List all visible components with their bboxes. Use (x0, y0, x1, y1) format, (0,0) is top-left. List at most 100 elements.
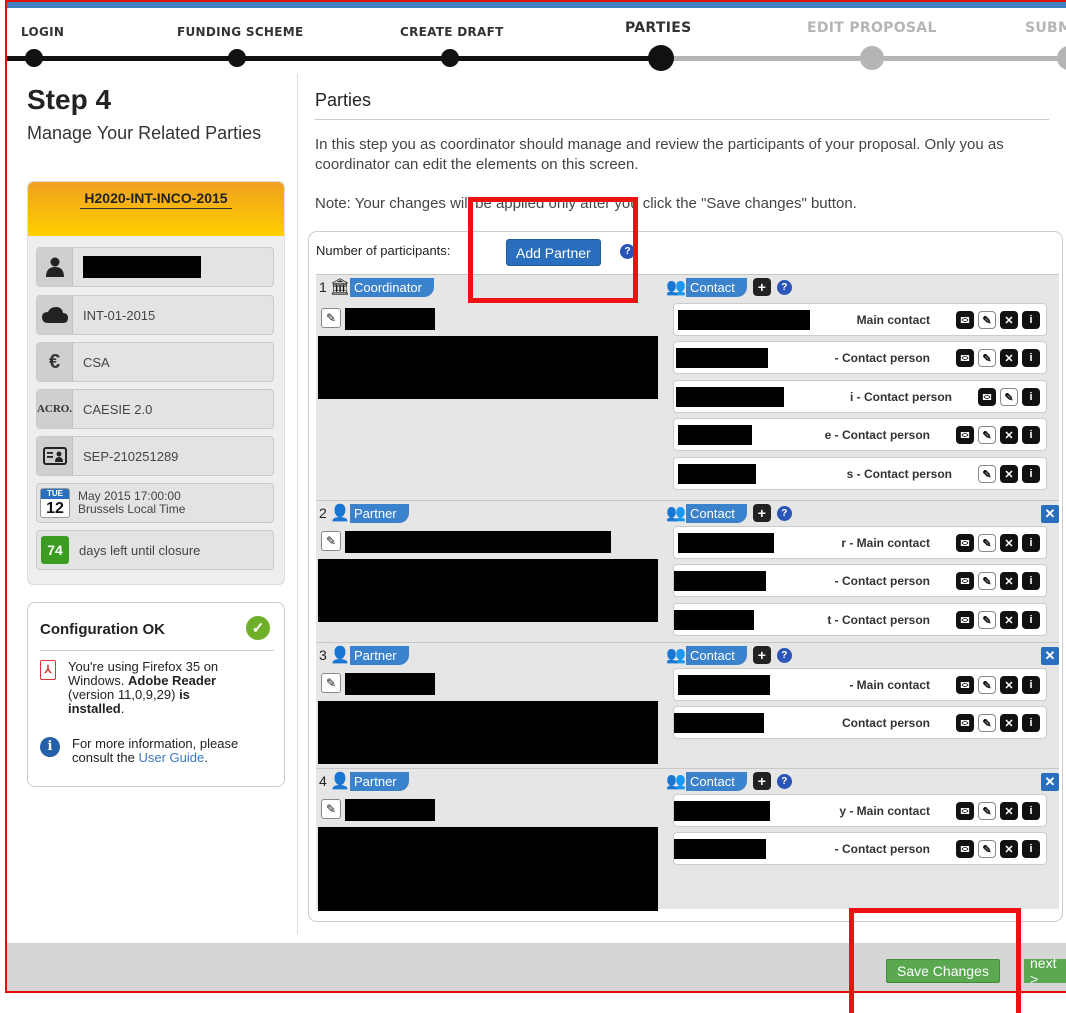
remove-icon[interactable]: ✕ (1000, 572, 1018, 590)
edit-party-icon[interactable]: ✎ (321, 673, 341, 693)
next-button[interactable]: next > (1024, 955, 1066, 987)
contact-tag: 👥 Contact + ? (666, 771, 792, 791)
info-icon[interactable]: i (1022, 676, 1040, 694)
contact-help-icon[interactable]: ? (776, 773, 792, 789)
pencil-icon[interactable]: ✎ (978, 676, 996, 694)
info-icon[interactable]: i (1022, 465, 1040, 483)
remove-icon[interactable]: ✕ (1000, 676, 1018, 694)
remove-icon[interactable]: ✕ (1000, 840, 1018, 858)
info-icon[interactable]: i (1022, 802, 1040, 820)
pencil-icon[interactable]: ✎ (978, 611, 996, 629)
mail-icon[interactable]: ✉ (956, 714, 974, 732)
acronym-icon: ACRO. (37, 390, 73, 428)
mail-icon[interactable]: ✉ (978, 388, 996, 406)
mail-icon[interactable]: ✉ (956, 311, 974, 329)
info-icon[interactable]: i (1022, 426, 1040, 444)
contact-row: Main contact ✉ ✎ ✕ i (673, 303, 1047, 336)
remove-party-icon[interactable]: ✕ (1041, 773, 1059, 791)
mail-icon[interactable]: ✉ (956, 611, 974, 629)
party-card-3: 3 👤 Partner ✎ 👥 Contact + ? ✕ - Main con… (316, 642, 1059, 768)
pencil-icon[interactable]: ✎ (1000, 388, 1018, 406)
remove-icon[interactable]: ✕ (1000, 714, 1018, 732)
pencil-icon[interactable]: ✎ (978, 840, 996, 858)
mail-icon[interactable]: ✉ (956, 349, 974, 367)
contact-tag: 👥 Contact + ? (666, 277, 792, 297)
pencil-icon[interactable]: ✎ (978, 426, 996, 444)
user-guide-link[interactable]: User Guide (139, 750, 205, 765)
remove-icon[interactable]: ✕ (1000, 349, 1018, 367)
info-icon[interactable]: i (1022, 388, 1040, 406)
add-contact-plus-icon[interactable]: + (752, 646, 771, 664)
step-submit: SUBMI (1025, 20, 1066, 36)
pencil-icon[interactable]: ✎ (978, 465, 996, 483)
step-funding-scheme[interactable]: FUNDING SCHEME (177, 25, 304, 39)
mail-icon[interactable]: ✉ (956, 572, 974, 590)
remove-icon[interactable]: ✕ (1000, 311, 1018, 329)
pencil-icon[interactable]: ✎ (978, 572, 996, 590)
redacted-contact-name (676, 387, 784, 407)
info-icon[interactable]: i (1022, 840, 1040, 858)
proposal-id-text: SEP-210251289 (83, 448, 179, 464)
add-contact-plus-icon[interactable]: + (752, 278, 771, 296)
contact-help-icon[interactable]: ? (776, 647, 792, 663)
contact-role: - Contact person (834, 842, 930, 856)
mail-icon[interactable]: ✉ (956, 534, 974, 552)
cloud-icon (37, 296, 73, 334)
pencil-icon[interactable]: ✎ (978, 349, 996, 367)
contact-role: i - Contact person (849, 390, 952, 404)
remove-icon[interactable]: ✕ (1000, 465, 1018, 483)
redacted-contact-name (678, 310, 810, 330)
wizard-steps: LOGIN FUNDING SCHEME CREATE DRAFT PARTIE… (7, 8, 1066, 71)
person-icon: 👤 (330, 647, 350, 664)
mail-icon[interactable]: ✉ (956, 840, 974, 858)
redacted-org-name (345, 673, 435, 695)
info-icon[interactable]: i (1022, 349, 1040, 367)
remove-party-icon[interactable]: ✕ (1041, 647, 1059, 665)
step-create-draft[interactable]: CREATE DRAFT (400, 25, 504, 39)
remove-icon[interactable]: ✕ (1000, 802, 1018, 820)
info-icon[interactable]: i (1022, 611, 1040, 629)
role-tag: 👤 Partner (330, 503, 409, 523)
role-tag: 👤 Partner (330, 771, 409, 791)
role-label: Partner (350, 503, 409, 523)
add-contact-plus-icon[interactable]: + (752, 504, 771, 522)
page-title: Parties (315, 90, 372, 110)
step-login[interactable]: LOGIN (21, 25, 64, 39)
redacted-contact-name (674, 713, 764, 733)
mail-icon[interactable]: ✉ (956, 802, 974, 820)
edit-party-icon[interactable]: ✎ (321, 799, 341, 819)
remove-party-icon[interactable]: ✕ (1041, 505, 1059, 523)
pdf-icon: ⅄ (40, 660, 56, 680)
calendar-icon: TUE 12 (40, 488, 70, 518)
contact-row: - Contact person ✉ ✎ ✕ i (673, 832, 1047, 865)
role-label: Coordinator (350, 277, 434, 297)
pencil-icon[interactable]: ✎ (978, 311, 996, 329)
contact-help-icon[interactable]: ? (776, 279, 792, 295)
redacted-org-details (318, 827, 658, 911)
remove-icon[interactable]: ✕ (1000, 426, 1018, 444)
role-tag: 👤 Partner (330, 645, 409, 665)
pencil-icon[interactable]: ✎ (978, 802, 996, 820)
step-title: Step 4 (27, 84, 112, 115)
info-icon[interactable]: i (1022, 534, 1040, 552)
title-rule (315, 119, 1049, 120)
pencil-icon[interactable]: ✎ (978, 714, 996, 732)
info-icon[interactable]: i (1022, 714, 1040, 732)
check-icon: ✓ (246, 616, 270, 640)
info-icon[interactable]: i (1022, 311, 1040, 329)
edit-party-icon[interactable]: ✎ (321, 308, 341, 328)
person-icon: 👤 (330, 505, 350, 522)
step-dot-submit (1057, 46, 1066, 70)
edit-party-icon[interactable]: ✎ (321, 531, 341, 551)
contact-role: - Contact person (834, 574, 930, 588)
id-card-icon (37, 437, 73, 475)
mail-icon[interactable]: ✉ (956, 426, 974, 444)
redacted-contact-name (678, 675, 770, 695)
info-icon[interactable]: i (1022, 572, 1040, 590)
contact-help-icon[interactable]: ? (776, 505, 792, 521)
remove-icon[interactable]: ✕ (1000, 611, 1018, 629)
remove-icon[interactable]: ✕ (1000, 534, 1018, 552)
pencil-icon[interactable]: ✎ (978, 534, 996, 552)
mail-icon[interactable]: ✉ (956, 676, 974, 694)
add-contact-plus-icon[interactable]: + (752, 772, 771, 790)
